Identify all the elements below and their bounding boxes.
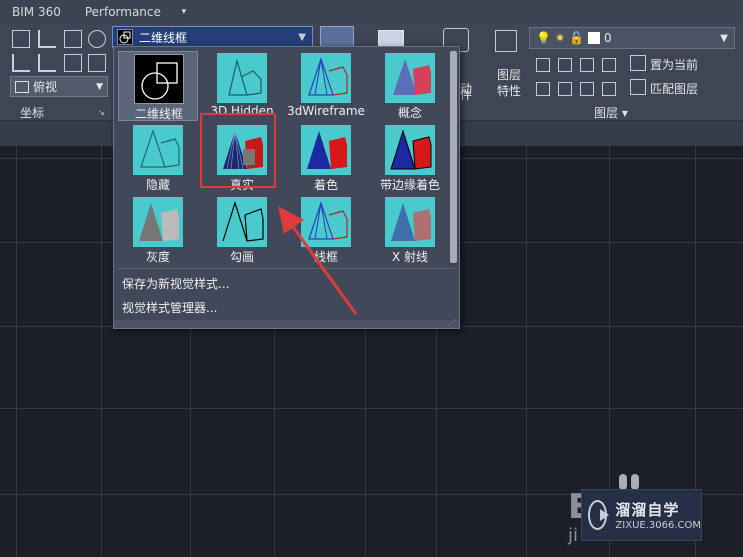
match-layer-button[interactable]: 匹配图层 — [650, 80, 698, 97]
style-tile-2d-wireframe[interactable]: 二维线框 — [118, 51, 198, 121]
chevron-down-icon: ▼ — [298, 31, 306, 43]
annotation-arrow-icon — [278, 206, 358, 315]
canvas-letters: ji — [568, 525, 579, 546]
panel-footer: ⋰ — [114, 318, 459, 328]
layer-current-value: 0 — [603, 31, 612, 45]
layer-off-icon[interactable] — [536, 58, 550, 72]
chevron-down-icon: ▼ — [720, 32, 728, 44]
ucs-globe-icon[interactable] — [88, 30, 106, 48]
layer-dropdown[interactable]: 💡 ✷ 🔓 0 ▼ — [529, 27, 735, 49]
2d-wireframe-icon — [134, 54, 184, 104]
style-label: 3dWireframe — [287, 104, 365, 118]
layer-properties-label: 图层 — [497, 68, 522, 82]
color-swatch — [587, 32, 600, 44]
layer-freeze-icon[interactable] — [580, 58, 594, 72]
resize-grip-icon[interactable]: ⋰ — [448, 318, 456, 327]
play-logo-icon — [588, 500, 610, 530]
style-tile-3d-hidden[interactable]: 3D Hidden — [202, 51, 282, 121]
style-tile-shaded[interactable]: 着色 — [286, 123, 366, 193]
visual-style-dropdown[interactable]: 二维线框 ▼ — [112, 26, 313, 48]
chevron-down-icon: ▼ — [96, 81, 103, 92]
hidden-icon — [133, 125, 183, 175]
3d-wireframe-icon — [301, 53, 351, 103]
layer-properties-icon[interactable] — [495, 30, 517, 52]
shades-of-gray-icon — [133, 197, 183, 247]
ucs-world-icon[interactable] — [38, 30, 56, 48]
style-label: 概念 — [397, 106, 422, 120]
set-current-button[interactable]: 置为当前 — [650, 56, 698, 73]
style-label: 着色 — [313, 178, 338, 192]
box-icon[interactable] — [378, 30, 404, 46]
sun-icon: ✷ — [554, 31, 566, 45]
visual-style-manager[interactable]: 视觉样式管理器... — [122, 299, 217, 316]
ucs-x-icon[interactable] — [38, 54, 56, 72]
ribbon-tab-bar: BIM 360 Performance ▾ — [0, 0, 743, 24]
style-label: 二维线框 — [134, 107, 183, 121]
style-label: 隐藏 — [145, 178, 170, 192]
tab-more-chevron-icon[interactable]: ▾ — [173, 0, 195, 24]
tab-bim360[interactable]: BIM 360 — [0, 0, 73, 24]
layer-lock-icon[interactable] — [602, 58, 616, 72]
highlight-box — [200, 113, 276, 188]
style-tile-hidden[interactable]: 隐藏 — [118, 123, 198, 193]
layer-unlock-icon[interactable] — [602, 82, 616, 96]
visual-style-current: 二维线框 — [139, 30, 188, 45]
shaded-icon — [301, 125, 351, 175]
style-tile-xray[interactable]: X 射线 — [370, 195, 450, 265]
coordinates-group-label: 坐标 — [20, 106, 45, 120]
tab-performance[interactable]: Performance — [73, 0, 173, 24]
ucs-origin-icon[interactable] — [64, 30, 82, 48]
style-label: X 射线 — [391, 250, 429, 264]
gallery-scrollbar[interactable] — [450, 51, 457, 265]
ucs-view-icon[interactable] — [64, 54, 82, 72]
layer-thaw-icon[interactable] — [580, 82, 594, 96]
bulb-icon: 💡 — [536, 31, 551, 45]
style-tile-grayscale[interactable]: 灰度 — [118, 195, 198, 265]
watermark-badge: 溜溜自学 ZIXUE.3066.COM — [581, 489, 702, 541]
style-tile-shaded-edges[interactable]: 带边缘着色 — [370, 123, 450, 193]
watermark-title: 溜溜自学 — [615, 501, 680, 519]
view-select-value: 俯视 — [33, 80, 58, 94]
layer-properties-label-2: 特性 — [497, 84, 522, 98]
unlock-icon: 🔓 — [569, 31, 584, 45]
style-label: 带边缘着色 — [379, 178, 440, 192]
set-current-icon — [630, 55, 646, 71]
ucs-icon[interactable] — [12, 30, 30, 48]
match-layer-icon — [630, 79, 646, 95]
layer-unisolate-icon[interactable] — [558, 82, 572, 96]
save-new-visual-style[interactable]: 保存为新视觉样式... — [122, 275, 229, 292]
x-ray-icon — [385, 197, 435, 247]
style-tile-3d-wireframe[interactable]: 3dWireframe — [286, 51, 366, 121]
view-select[interactable]: 俯视 ▼ — [10, 76, 108, 97]
cube-icon — [15, 80, 29, 93]
sketchy-icon — [217, 197, 267, 247]
layer-group-label[interactable]: 图层 ▾ — [594, 104, 628, 121]
layer-tools-row-2 — [536, 82, 616, 96]
layer-isolate-icon[interactable] — [558, 58, 572, 72]
conceptual-icon — [385, 53, 435, 103]
ucs-3point-icon[interactable] — [88, 54, 106, 72]
watermark-url: ZIXUE.3066.COM — [615, 520, 701, 531]
ribbon-partial-label-2: 件 — [460, 88, 473, 102]
shaded-edges-icon — [385, 125, 435, 175]
ucs-z-icon[interactable] — [12, 54, 30, 72]
3d-hidden-icon — [217, 53, 267, 103]
style-label: 灰度 — [145, 250, 170, 264]
2d-wireframe-swatch-icon — [117, 29, 133, 45]
dialog-launcher-icon[interactable]: ↘ — [98, 108, 105, 117]
scrollbar-thumb[interactable] — [450, 51, 457, 263]
layer-tools-row-1 — [536, 58, 616, 72]
style-tile-conceptual[interactable]: 概念 — [370, 51, 450, 121]
layer-on-icon[interactable] — [536, 82, 550, 96]
